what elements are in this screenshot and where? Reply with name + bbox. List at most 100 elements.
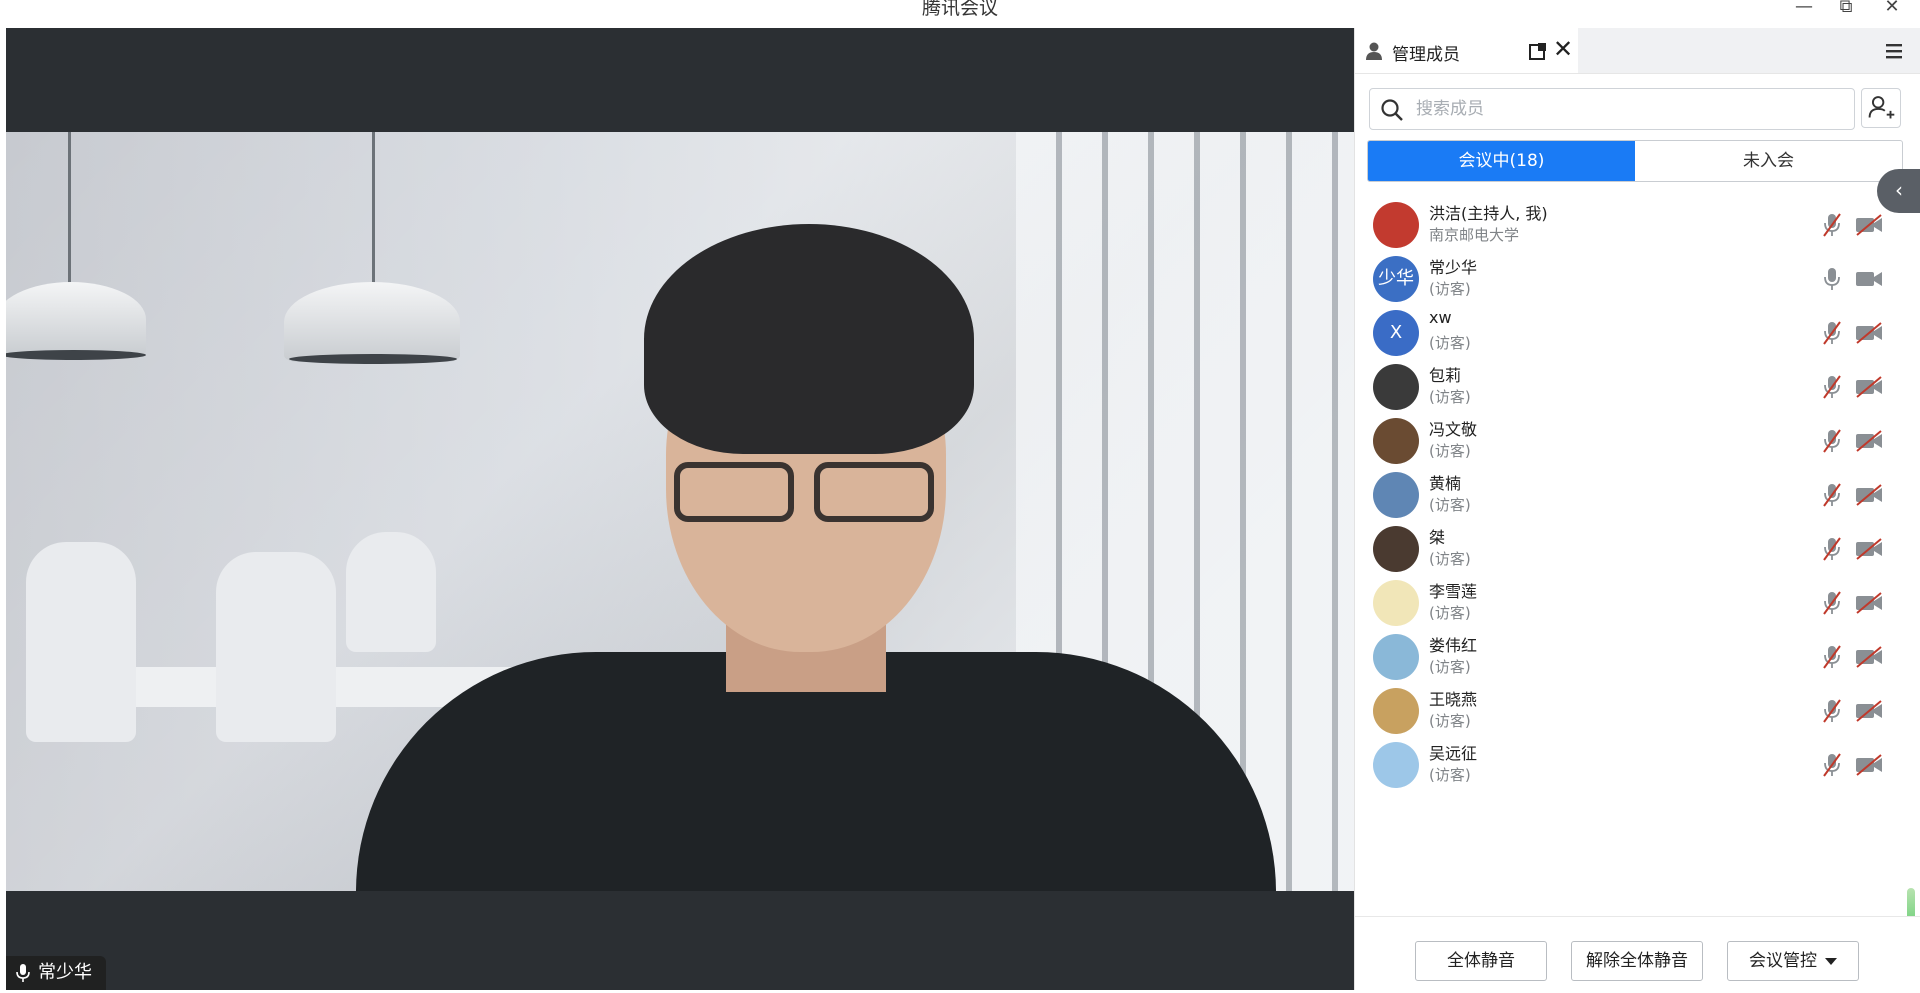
microphone-icon[interactable] [1821, 266, 1843, 292]
avatar [1373, 688, 1419, 734]
member-subtitle: (访客) [1429, 604, 1471, 622]
tab-in-meeting[interactable]: 会议中(18) [1368, 141, 1635, 181]
member-name: 洪洁(主持人, 我) [1429, 204, 1548, 223]
avatar [1373, 418, 1419, 464]
tab-not-joined[interactable]: 未入会 [1635, 141, 1902, 181]
microphone-muted-icon[interactable] [1821, 644, 1843, 670]
avatar [1373, 580, 1419, 626]
microphone-muted-icon[interactable] [1821, 752, 1843, 778]
microphone-muted-icon[interactable] [1821, 536, 1843, 562]
microphone-icon [16, 964, 30, 982]
pendant-lamp [6, 282, 146, 357]
search-icon [1381, 99, 1403, 121]
member-list: 洪洁(主持人, 我) 南京邮电大学 少华 常少华 (访客) Xxw (访客) 包莉 (访客) 冯文… [1355, 192, 1920, 932]
unmute-all-button[interactable]: 解除全体静音 [1571, 941, 1703, 981]
lamp-rim [289, 354, 457, 364]
meeting-control-button[interactable]: 会议管控 [1727, 941, 1859, 981]
avatar: X [1373, 310, 1419, 356]
microphone-muted-icon[interactable] [1821, 320, 1843, 346]
glasses [674, 462, 794, 522]
meeting-control-label: 会议管控 [1749, 951, 1817, 971]
panel-header-empty [1578, 28, 1920, 74]
camera-off-icon[interactable] [1855, 700, 1883, 722]
lamp-cord [372, 132, 375, 302]
speaker-name-tag: 常少华 [6, 956, 106, 990]
member-name: 冯文敬 [1429, 420, 1478, 439]
avatar [1373, 202, 1419, 248]
bottom-action-bar: 全体静音 解除全体静音 会议管控 [1355, 916, 1920, 990]
person-icon [1366, 42, 1382, 60]
camera-off-icon[interactable] [1855, 214, 1883, 236]
maximize-button[interactable]: ⧉ [1828, 0, 1864, 16]
camera-off-icon[interactable] [1855, 322, 1883, 344]
pendant-lamp [284, 282, 460, 362]
member-subtitle: (访客) [1429, 658, 1471, 676]
camera-off-icon[interactable] [1855, 484, 1883, 506]
person-hair [644, 224, 974, 454]
microphone-muted-icon[interactable] [1821, 590, 1843, 616]
member-subtitle: (访客) [1429, 712, 1471, 730]
member-name: xw [1429, 308, 1452, 327]
avatar [1373, 634, 1419, 680]
member-name: 李雪莲 [1429, 582, 1478, 601]
avatar: 少华 [1373, 256, 1419, 302]
microphone-muted-icon[interactable] [1821, 428, 1843, 454]
glasses [814, 462, 934, 522]
camera-off-icon[interactable] [1855, 430, 1883, 452]
lamp-rim [6, 350, 146, 360]
member-subtitle: (访客) [1429, 280, 1471, 298]
camera-icon[interactable] [1855, 268, 1883, 290]
member-subtitle: (访客) [1429, 334, 1471, 352]
camera-off-icon[interactable] [1855, 646, 1883, 668]
add-person-icon [1868, 96, 1895, 119]
speaker-video [6, 132, 1354, 891]
microphone-muted-icon[interactable] [1821, 698, 1843, 724]
video-area[interactable] [6, 28, 1354, 990]
search-box[interactable] [1369, 88, 1855, 130]
tab-label: 管理成员 [1392, 45, 1460, 65]
member-name: 包莉 [1429, 366, 1462, 385]
microphone-muted-icon[interactable] [1821, 212, 1843, 238]
avatar [1373, 742, 1419, 788]
chair [216, 552, 336, 742]
member-subtitle: (访客) [1429, 496, 1471, 514]
search-input[interactable] [1416, 93, 1846, 125]
avatar [1373, 472, 1419, 518]
member-name: 吴远征 [1429, 744, 1478, 763]
avatar [1373, 526, 1419, 572]
close-window-button[interactable]: ✕ [1874, 0, 1910, 16]
chair [26, 542, 136, 742]
chair [346, 532, 436, 652]
avatar [1373, 364, 1419, 410]
member-subtitle: (访客) [1429, 388, 1471, 406]
member-subtitle: (访客) [1429, 442, 1471, 460]
window-title: 腾讯会议 [921, 0, 998, 19]
member-subtitle: (访客) [1429, 550, 1471, 568]
member-name: 王晓燕 [1429, 690, 1478, 709]
speaker-name: 常少华 [38, 962, 92, 983]
manage-members-tab[interactable]: 管理成员 ✕ [1355, 28, 1578, 74]
camera-off-icon[interactable] [1855, 592, 1883, 614]
close-panel-icon[interactable]: ✕ [1553, 37, 1577, 61]
member-name: 桀 [1429, 528, 1446, 547]
member-row[interactable]: 吴远征 (访客) [1355, 732, 1920, 798]
member-name: 黄楠 [1429, 474, 1462, 493]
mute-all-button[interactable]: 全体静音 [1415, 941, 1547, 981]
camera-off-icon[interactable] [1855, 376, 1883, 398]
caret-down-icon [1825, 957, 1837, 965]
minimize-button[interactable]: — [1786, 0, 1822, 16]
member-subtitle: 南京邮电大学 [1429, 226, 1520, 244]
title-bar: 腾讯会议 — ⧉ ✕ [0, 0, 1920, 28]
camera-off-icon[interactable] [1855, 538, 1883, 560]
member-filter-tabs: 会议中(18) 未入会 [1367, 140, 1903, 182]
member-subtitle: (访客) [1429, 766, 1471, 784]
members-panel: 管理成员 ✕ 会议中(18) 未入会 ‹ 洪洁(主持人, 我)南京邮电大学少华常… [1354, 28, 1920, 990]
pop-out-icon[interactable] [1527, 40, 1549, 62]
menu-icon[interactable] [1883, 40, 1905, 62]
camera-off-icon[interactable] [1855, 754, 1883, 776]
microphone-muted-icon[interactable] [1821, 374, 1843, 400]
microphone-muted-icon[interactable] [1821, 482, 1843, 508]
member-name: 常少华 [1429, 258, 1478, 277]
invite-member-button[interactable] [1861, 88, 1901, 128]
lamp-cord [68, 132, 71, 302]
